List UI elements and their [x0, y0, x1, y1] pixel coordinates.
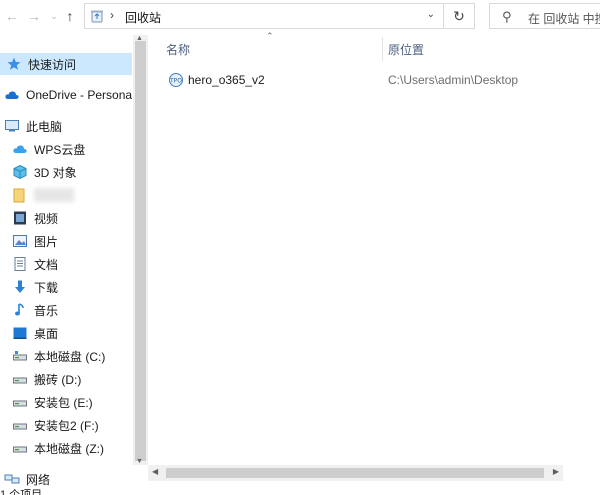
sidebar-item-3d-objects[interactable]: 3D 对象 [0, 161, 132, 183]
file-list: ⌃ 名称 原位置 TPO hero_o365_v2 C:\Users\admin… [148, 31, 600, 495]
column-header-name[interactable]: 名称 [166, 41, 190, 58]
sidebar-item-quick-access[interactable]: 快速访问 [0, 53, 132, 75]
sidebar-item-onedrive[interactable]: OneDrive - Personal [0, 84, 132, 106]
sidebar-item-label: 本地磁盘 (Z:) [34, 441, 104, 456]
sidebar-item-label: 安装包 (E:) [34, 395, 93, 410]
sidebar-item-desktop[interactable]: 桌面 [0, 322, 132, 344]
column-divider[interactable] [382, 37, 383, 61]
back-icon[interactable]: ← [2, 6, 22, 26]
drive-icon [13, 423, 27, 430]
sidebar-item-downloads[interactable]: 下载 [0, 276, 132, 298]
file-list-horizontal-scrollbar[interactable]: ◀ ▶ [148, 465, 563, 481]
drive-icon [13, 351, 27, 361]
sort-ascending-icon: ⌃ [266, 31, 274, 41]
sidebar-item-folder[interactable] [0, 184, 132, 206]
sidebar-item-drive-d[interactable]: 搬砖 (D:) [0, 368, 132, 390]
scroll-left-icon[interactable]: ◀ [152, 467, 158, 476]
download-icon [15, 280, 25, 293]
folder-icon [13, 188, 25, 203]
video-icon [14, 211, 26, 225]
svg-text:TPO: TPO [169, 78, 182, 85]
sidebar-item-label: 图片 [34, 234, 59, 249]
sidebar-item-drive-c[interactable]: 本地磁盘 (C:) [0, 345, 132, 367]
sidebar-item-label: 桌面 [34, 326, 59, 341]
sidebar-item-label: OneDrive - Personal [26, 88, 132, 102]
sidebar-item-label: 网络 [26, 472, 51, 487]
forward-icon[interactable]: → [24, 6, 44, 26]
search-icon: ⚲ [502, 9, 512, 24]
music-icon [15, 303, 24, 316]
sidebar-item-drive-e[interactable]: 安装包 (E:) [0, 391, 132, 413]
sidebar-item-label: 快速访问 [28, 57, 77, 72]
sidebar-item-label [34, 188, 74, 202]
navigation-bar: ← → ⌄ ↑ › 回收站 ⌄ ↻ ⚲ 在 回收站 中搜 [0, 0, 600, 33]
sidebar-item-label: 此电脑 [26, 119, 63, 134]
search-placeholder: 在 回收站 中搜 [528, 12, 600, 26]
computer-icon [5, 120, 19, 132]
sidebar-item-label: 下载 [34, 280, 59, 295]
status-item-count: 1 个项目 [0, 489, 43, 495]
sidebar-item-pictures[interactable]: 图片 [0, 230, 132, 252]
breadcrumb-recycle-bin[interactable]: 回收站 [125, 9, 161, 26]
file-icon: TPO [169, 73, 183, 87]
sidebar-item-label: 本地磁盘 (C:) [34, 349, 106, 364]
cube-icon [13, 164, 27, 180]
sidebar-scroll-thumb[interactable] [135, 41, 146, 461]
sidebar-item-videos[interactable]: 视频 [0, 207, 132, 229]
star-icon [7, 57, 21, 70]
sidebar-item-label: 视频 [34, 211, 59, 226]
sidebar-item-music[interactable]: 音乐 [0, 299, 132, 321]
sidebar-vertical-scrollbar[interactable]: ▲ ▼ [133, 35, 148, 465]
sidebar-item-drive-f[interactable]: 安装包2 (F:) [0, 414, 132, 436]
table-row[interactable]: TPO hero_o365_v2 C:\Users\admin\Desktop [164, 69, 600, 91]
sidebar-item-label: 安装包2 (F:) [34, 418, 99, 433]
sidebar-item-label: 3D 对象 [34, 165, 77, 180]
sidebar-item-documents[interactable]: 文档 [0, 253, 132, 275]
sidebar-item-label: WPS云盘 [34, 142, 86, 157]
document-icon [14, 257, 26, 271]
search-box[interactable]: ⚲ 在 回收站 中搜 [489, 3, 600, 29]
recycle-bin-icon [91, 10, 103, 23]
drive-icon [13, 377, 27, 384]
network-icon [4, 474, 20, 484]
scroll-right-icon[interactable]: ▶ [553, 467, 559, 476]
sidebar-item-drive-z[interactable]: 本地磁盘 (Z:) [0, 437, 132, 459]
sidebar-item-label: 音乐 [34, 303, 59, 318]
navigation-pane: 快速访问 OneDrive - Personal 此电脑 WPS云盘 3D 对象… [0, 35, 148, 495]
up-icon[interactable]: ↑ [60, 6, 80, 26]
scroll-down-icon[interactable]: ▼ [136, 458, 143, 465]
cloud-icon [5, 91, 19, 99]
drive-icon [13, 400, 27, 407]
sidebar-item-label: 文档 [34, 257, 59, 272]
file-original-location: C:\Users\admin\Desktop [388, 73, 519, 87]
breadcrumb-chevron-icon: › [110, 8, 114, 22]
file-list-scroll-thumb[interactable] [166, 468, 544, 478]
picture-icon [13, 235, 27, 247]
desktop-icon [13, 327, 27, 339]
address-dropdown-icon[interactable]: ⌄ [427, 9, 435, 20]
sidebar-item-label: 搬砖 (D:) [34, 372, 82, 387]
address-bar[interactable]: › 回收站 ⌄ [84, 3, 444, 29]
column-header-location[interactable]: 原位置 [388, 41, 424, 58]
file-name: hero_o365_v2 [188, 73, 265, 87]
sidebar-item-this-pc[interactable]: 此电脑 [0, 115, 132, 137]
sidebar-item-wps-cloud[interactable]: WPS云盘 [0, 138, 132, 160]
drive-icon [13, 446, 27, 453]
wps-cloud-icon [13, 145, 27, 153]
refresh-icon[interactable]: ↻ [444, 3, 475, 29]
